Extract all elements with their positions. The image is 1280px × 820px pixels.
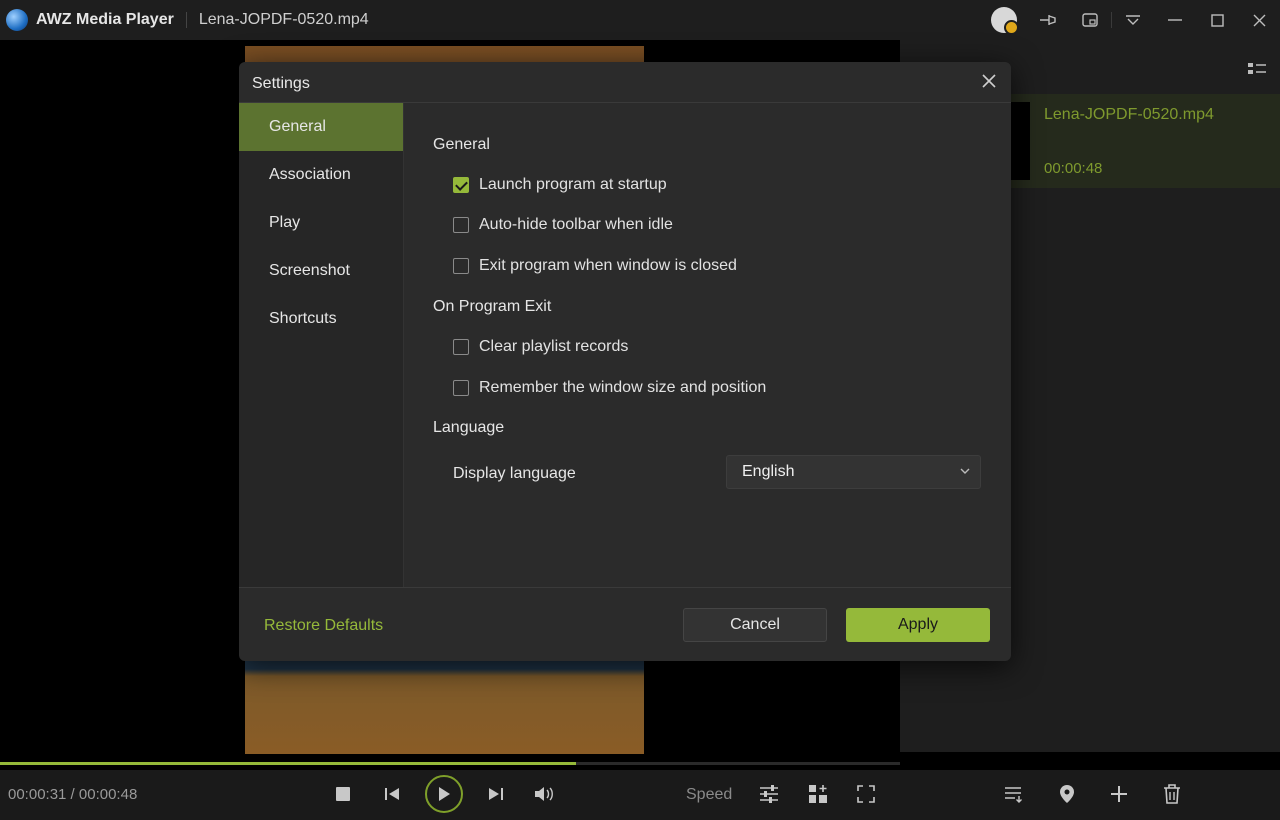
playlist-order-icon[interactable] — [1004, 784, 1024, 804]
option-launch-startup[interactable]: Launch program at startup — [453, 176, 667, 194]
play-button[interactable] — [425, 775, 463, 813]
layout-icon[interactable] — [808, 784, 828, 804]
playlist-item-name: Lena-JOPDF-0520.mp4 — [1044, 106, 1214, 123]
checkbox-exit-on-close[interactable] — [453, 258, 469, 274]
option-label: Exit program when window is closed — [479, 257, 737, 274]
checkbox-clear-playlist[interactable] — [453, 339, 469, 355]
checkbox-launch-startup[interactable] — [453, 177, 469, 193]
list-view-icon[interactable] — [1248, 62, 1266, 76]
progress-bar[interactable] — [0, 762, 900, 765]
app-logo-icon — [6, 9, 28, 31]
nav-item-play[interactable]: Play — [239, 199, 403, 247]
option-remember-window[interactable]: Remember the window size and position — [453, 379, 766, 397]
app-name: AWZ Media Player — [36, 11, 174, 28]
option-clear-playlist[interactable]: Clear playlist records — [453, 338, 628, 356]
nav-item-shortcuts[interactable]: Shortcuts — [239, 295, 403, 343]
section-title-language: Language — [433, 419, 505, 436]
section-title-program-exit: On Program Exit — [433, 298, 552, 315]
progress-fill — [0, 762, 576, 765]
option-exit-on-close[interactable]: Exit program when window is closed — [453, 257, 737, 275]
file-title: Lena-JOPDF-0520.mp4 — [198, 11, 369, 28]
speed-button[interactable]: Speed — [686, 786, 732, 804]
option-label: Auto-hide toolbar when idle — [479, 216, 673, 233]
dialog-title: Settings — [252, 75, 310, 92]
nav-item-general[interactable]: General — [239, 103, 403, 151]
mini-mode-icon[interactable] — [1069, 0, 1111, 40]
dialog-footer: Restore Defaults Cancel Apply — [239, 587, 1011, 661]
display-language-label: Display language — [453, 465, 576, 482]
cancel-button[interactable]: Cancel — [683, 608, 827, 642]
title-bar: AWZ Media Player Lena-JOPDF-0520.mp4 — [0, 0, 1280, 40]
menu-dropdown-icon[interactable] — [1112, 0, 1154, 40]
option-label: Clear playlist records — [479, 338, 629, 355]
add-icon[interactable] — [1109, 784, 1129, 804]
next-icon[interactable] — [487, 785, 505, 803]
maximize-icon[interactable] — [1196, 0, 1238, 40]
nav-item-association[interactable]: Association — [239, 151, 403, 199]
dialog-header: Settings — [239, 62, 1011, 103]
display-language-value: English — [742, 463, 795, 480]
play-icon — [439, 787, 450, 801]
avatar-icon[interactable] — [991, 7, 1019, 35]
dialog-close-icon[interactable] — [979, 72, 999, 92]
close-icon[interactable] — [1238, 0, 1280, 40]
section-title-general: General — [433, 136, 490, 153]
stop-icon[interactable] — [335, 786, 351, 802]
location-icon[interactable] — [1057, 784, 1077, 804]
chevron-down-icon — [960, 464, 970, 478]
nav-item-screenshot[interactable]: Screenshot — [239, 247, 403, 295]
checkbox-remember-window[interactable] — [453, 380, 469, 396]
option-label: Launch program at startup — [479, 176, 667, 193]
checkbox-auto-hide-toolbar[interactable] — [453, 217, 469, 233]
option-label: Remember the window size and position — [479, 379, 767, 396]
title-divider — [185, 12, 187, 28]
delete-icon[interactable] — [1162, 784, 1182, 804]
restore-defaults-link[interactable]: Restore Defaults — [264, 617, 383, 635]
volume-icon[interactable] — [533, 784, 555, 804]
apply-button[interactable]: Apply — [846, 608, 990, 642]
display-language-select[interactable]: English — [726, 455, 981, 489]
control-bar: 00:00:31 / 00:00:48 Speed — [0, 770, 1280, 820]
playlist-item-duration: 00:00:48 — [1044, 160, 1103, 177]
previous-icon[interactable] — [383, 785, 401, 803]
option-auto-hide-toolbar[interactable]: Auto-hide toolbar when idle — [453, 216, 673, 234]
settings-dialog: Settings General Association Play Screen… — [239, 62, 1011, 661]
minimize-icon[interactable] — [1154, 0, 1196, 40]
pin-icon[interactable] — [1027, 0, 1069, 40]
window-controls — [991, 0, 1280, 40]
settings-nav: General Association Play Screenshot Shor… — [239, 103, 404, 587]
settings-content: General Launch program at startup Auto-h… — [404, 103, 1011, 587]
equalizer-icon[interactable] — [758, 784, 780, 804]
time-display: 00:00:31 / 00:00:48 — [8, 786, 138, 803]
fullscreen-icon[interactable] — [856, 784, 876, 804]
